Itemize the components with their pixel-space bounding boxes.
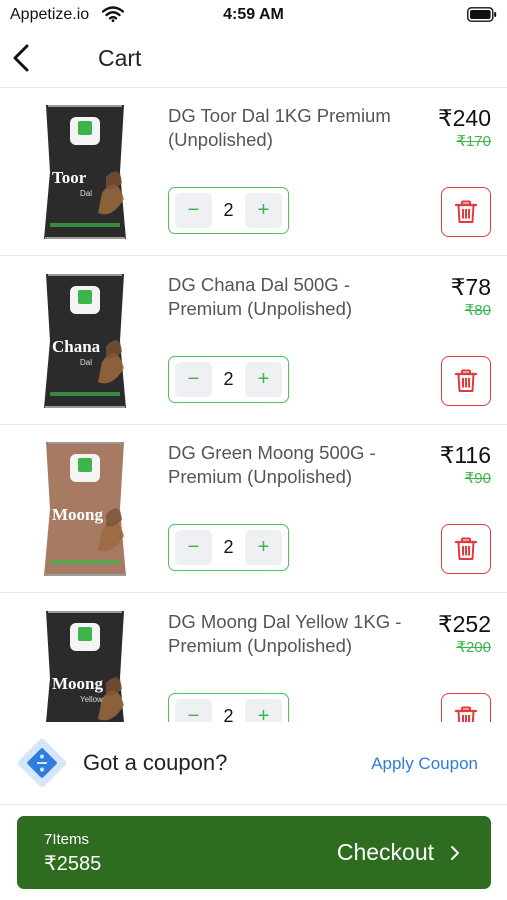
- product-price: ₹252: [437, 610, 491, 637]
- increase-quantity-button[interactable]: +: [245, 698, 282, 722]
- items-count: 7Items: [44, 831, 90, 848]
- quantity-stepper: −2 +: [168, 692, 289, 723]
- quantity-value: 2: [223, 537, 234, 557]
- product-price: ₹240: [437, 105, 491, 131]
- battery-icon: [467, 7, 497, 22]
- pack-label: Moong: [52, 505, 104, 524]
- product-image: Moong: [44, 442, 126, 576]
- product-name: DG Toor Dal 1KG Premium (Unpolished): [168, 105, 391, 150]
- cart-item: Chana Dal DG Chana Dal 500G - Premium (Unp…: [0, 257, 507, 425]
- cart-list: Toor Dal DG Toor Dal 1KG Premium (Unpolish…: [0, 88, 507, 722]
- trash-icon: [455, 200, 477, 223]
- price-box: ₹116 ₹90: [440, 441, 491, 489]
- coupon-tag-icon: [17, 738, 67, 788]
- trash-icon: [455, 706, 477, 722]
- price-box: ₹240 ₹170: [438, 104, 491, 152]
- increase-quantity-button[interactable]: +: [245, 193, 282, 228]
- status-bar: Appetize.io 4:59 AM: [0, 0, 507, 30]
- cart-item: Toor Dal DG Toor Dal 1KG Premium (Unpolish…: [0, 88, 507, 256]
- price-box: ₹78 ₹80: [451, 273, 491, 321]
- pack-label: Moong: [52, 674, 104, 693]
- page-title: Cart: [98, 45, 142, 71]
- pack-sub-label: Dal: [80, 189, 92, 198]
- quantity-stepper: −2 +: [168, 355, 289, 403]
- product-mrp: ₹90: [464, 470, 491, 487]
- product-price: ₹116: [439, 442, 491, 468]
- product-image: Moong Yellow: [46, 610, 124, 722]
- decrease-quantity-button[interactable]: −: [175, 530, 212, 565]
- price-box: ₹252 ₹200: [438, 610, 491, 658]
- apply-coupon-link[interactable]: Apply Coupon: [371, 754, 478, 774]
- decrease-quantity-button[interactable]: −: [175, 361, 212, 397]
- pack-sub-label: Yellow: [80, 695, 103, 704]
- product-mrp: ₹170: [456, 133, 491, 150]
- delete-item-button[interactable]: [441, 187, 491, 237]
- product-price: ₹78: [450, 273, 491, 300]
- product-name: DG Moong Dal Yellow 1KG - Premium (Unpol…: [168, 610, 402, 656]
- quantity-stepper: −2 +: [168, 187, 289, 234]
- delete-item-button[interactable]: [441, 524, 491, 574]
- header: Cart: [0, 30, 507, 88]
- status-time: 4:59 AM: [223, 6, 284, 23]
- product-image: Chana Dal: [44, 273, 126, 408]
- pack-sub-label: Dal: [80, 358, 92, 367]
- quantity-value: 2: [223, 705, 234, 723]
- back-icon[interactable]: [10, 42, 34, 74]
- decrease-quantity-button[interactable]: −: [175, 698, 212, 722]
- chevron-right-icon: [451, 846, 459, 860]
- delete-item-button[interactable]: [441, 692, 491, 722]
- product-mrp: ₹200: [456, 638, 491, 656]
- quantity-value: 2: [223, 368, 234, 389]
- delete-item-button[interactable]: [441, 355, 491, 406]
- total-amount: ₹2585: [44, 853, 102, 875]
- product-name: DG Chana Dal 500G - Premium (Unpolished): [168, 273, 353, 319]
- increase-quantity-button[interactable]: +: [245, 530, 282, 565]
- pack-label: Toor: [52, 168, 87, 187]
- product-name: DG Green Moong 500G - Premium (Unpolishe…: [168, 442, 376, 487]
- checkout-label: Checkout: [336, 839, 434, 865]
- increase-quantity-button[interactable]: +: [245, 361, 282, 397]
- trash-icon: [455, 537, 477, 560]
- quantity-value: 2: [223, 200, 234, 220]
- cart-item: Moong DG Green Moong 500G - Premium (Unpo…: [0, 425, 507, 593]
- coupon-prompt: Got a coupon?: [83, 750, 228, 775]
- decrease-quantity-button[interactable]: −: [175, 193, 212, 228]
- checkout-button[interactable]: 7Items ₹2585 Checkout: [17, 816, 491, 889]
- pack-label: Chana: [52, 337, 101, 356]
- coupon-bar: Got a coupon? Apply Coupon: [0, 722, 507, 805]
- quantity-stepper: −2 +: [168, 524, 289, 571]
- trash-icon: [455, 369, 477, 392]
- product-image: Toor Dal: [44, 105, 126, 239]
- cart-item: Moong Yellow DG Moong Dal Yellow 1KG - Pre…: [0, 594, 507, 723]
- product-mrp: ₹80: [464, 301, 491, 319]
